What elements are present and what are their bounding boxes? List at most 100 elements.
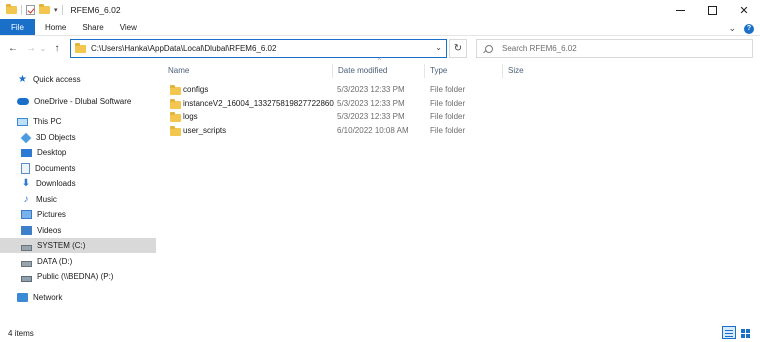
sidebar-item-downloads[interactable]: ⬇ Downloads [0, 176, 156, 191]
computer-icon [17, 117, 28, 126]
close-button[interactable]: ✕ [728, 0, 760, 20]
folder-icon [170, 111, 181, 122]
folder-icon [170, 125, 181, 136]
sidebar-item-label: Downloads [36, 179, 76, 188]
expand-ribbon-icon[interactable]: ⌄ [728, 23, 736, 34]
sidebar-item-pictures[interactable]: Pictures [0, 207, 156, 222]
up-button[interactable]: ↑ [50, 41, 64, 57]
sidebar-item-data-d[interactable]: DATA (D:) [0, 254, 156, 269]
column-header-date-modified[interactable]: Date modified [330, 62, 422, 79]
sidebar-item-label: Pictures [37, 210, 66, 219]
file-date-modified: 5/3/2023 12:33 PM [337, 99, 405, 108]
quick-access-toolbar: ▾ [0, 4, 63, 15]
desktop-icon [21, 148, 32, 157]
sidebar-item-system-c[interactable]: SYSTEM (C:) [0, 238, 156, 253]
file-type: File folder [430, 85, 466, 94]
column-header-name[interactable]: Name [160, 62, 332, 79]
column-headers: Name ^ Date modified Type Size [160, 58, 560, 79]
search-box[interactable]: Search RFEM6_6.02 [476, 39, 753, 58]
properties-icon[interactable] [26, 5, 35, 15]
folder-icon [170, 84, 181, 95]
refresh-button[interactable]: ↻ [449, 39, 467, 58]
folder-icon[interactable] [6, 4, 17, 14]
drive-icon [21, 244, 32, 251]
folder-icon [75, 42, 86, 53]
sidebar-item-label: Music [36, 195, 57, 204]
file-type: File folder [430, 99, 466, 108]
sidebar-item-public-p[interactable]: Public (\\BEDNA) (P:) [0, 269, 156, 284]
file-type: File folder [430, 112, 466, 121]
sidebar-item-label: Desktop [37, 148, 67, 157]
sidebar-item-quick-access[interactable]: ★ Quick access [0, 72, 156, 87]
column-header-size[interactable]: Size [500, 62, 556, 79]
sidebar-item-documents[interactable]: Documents [0, 161, 156, 176]
pictures-icon [21, 210, 32, 219]
navigation-pane: ★ Quick access OneDrive - Dlubal Softwar… [0, 64, 156, 319]
sidebar-item-desktop[interactable]: Desktop [0, 145, 156, 160]
file-date-modified: 6/10/2022 10:08 AM [337, 126, 409, 135]
file-date-modified: 5/3/2023 12:33 PM [337, 112, 405, 121]
download-icon: ⬇ [21, 177, 31, 189]
sidebar-item-label: Public (\\BEDNA) (P:) [37, 272, 114, 281]
address-path[interactable]: C:\Users\Hanka\AppData\Local\Dlubal\RFEM… [91, 44, 276, 53]
recent-locations-button[interactable]: ⌄ [38, 41, 48, 57]
sidebar-item-label: Network [33, 293, 63, 302]
sidebar-item-label: OneDrive - Dlubal Software [34, 97, 132, 106]
file-name: instanceV2_16004_133275819827722860 [183, 99, 334, 108]
folder-icon [170, 98, 181, 109]
sidebar-item-label: This PC [33, 117, 62, 126]
large-icons-view-icon[interactable] [738, 326, 752, 339]
network-icon [17, 293, 28, 302]
window-controls: ✕ [664, 0, 760, 20]
tab-home[interactable]: Home [35, 19, 74, 35]
forward-button[interactable]: → [24, 41, 38, 57]
status-item-count: 4 items [8, 329, 34, 338]
list-item[interactable]: logs 5/3/2023 12:33 PM File folder [162, 110, 482, 123]
address-bar[interactable]: C:\Users\Hanka\AppData\Local\Dlubal\RFEM… [70, 39, 447, 58]
help-icon[interactable]: ? [744, 23, 754, 34]
sidebar-item-network[interactable]: Network [0, 290, 156, 305]
maximize-icon [707, 5, 717, 15]
file-name: user_scripts [183, 126, 227, 135]
file-date-modified: 5/3/2023 12:33 PM [337, 85, 405, 94]
sidebar-item-videos[interactable]: Videos [0, 223, 156, 238]
sidebar-item-3d-objects[interactable]: 3D Objects [0, 130, 156, 145]
title-bar: ▾ RFEM6_6.02 ✕ [0, 0, 760, 20]
address-dropdown-icon[interactable]: ⌄ [435, 43, 442, 52]
sidebar-item-label: Documents [35, 164, 76, 173]
back-button[interactable]: ← [6, 41, 20, 57]
ribbon-right-controls: ⌄ ? [728, 23, 754, 34]
maximize-button[interactable] [696, 0, 728, 20]
column-header-type[interactable]: Type [422, 62, 502, 79]
view-switcher [722, 326, 752, 339]
sidebar-item-music[interactable]: ♪ Music [0, 192, 156, 207]
ribbon-tabs: File Home Share View ⌄ ? [0, 19, 760, 36]
list-item[interactable]: instanceV2_16004_133275819827722860 5/3/… [162, 97, 482, 110]
tab-share[interactable]: Share [74, 19, 111, 35]
sidebar-item-this-pc[interactable]: This PC [0, 114, 156, 129]
sidebar-item-label: DATA (D:) [37, 257, 73, 266]
file-name: configs [183, 85, 209, 94]
sidebar-item-label: Quick access [33, 75, 81, 84]
list-item[interactable]: configs 5/3/2023 12:33 PM File folder [162, 83, 482, 96]
search-input[interactable]: Search RFEM6_6.02 [502, 44, 577, 53]
file-type: File folder [430, 126, 466, 135]
cloud-icon [17, 98, 29, 105]
minimize-icon [675, 9, 685, 11]
network-drive-icon [21, 275, 32, 282]
navigation-bar: ← → ⌄ ↑ C:\Users\Hanka\AppData\Local\Dlu… [0, 37, 760, 60]
divider [21, 5, 22, 15]
tab-view[interactable]: View [112, 19, 145, 35]
close-icon: ✕ [739, 4, 749, 17]
details-view-icon[interactable] [722, 326, 736, 339]
new-folder-icon[interactable] [39, 4, 50, 14]
file-name: logs [183, 112, 198, 121]
tab-file[interactable]: File [0, 19, 35, 35]
customize-toolbar-chevron-icon[interactable]: ▾ [54, 6, 58, 14]
sidebar-item-label: Videos [37, 226, 62, 235]
list-item[interactable]: user_scripts 6/10/2022 10:08 AM File fol… [162, 124, 482, 137]
window-title: RFEM6_6.02 [70, 5, 121, 15]
minimize-button[interactable] [664, 0, 696, 20]
sidebar-item-onedrive[interactable]: OneDrive - Dlubal Software [0, 94, 156, 109]
sidebar-item-label: SYSTEM (C:) [37, 241, 86, 250]
